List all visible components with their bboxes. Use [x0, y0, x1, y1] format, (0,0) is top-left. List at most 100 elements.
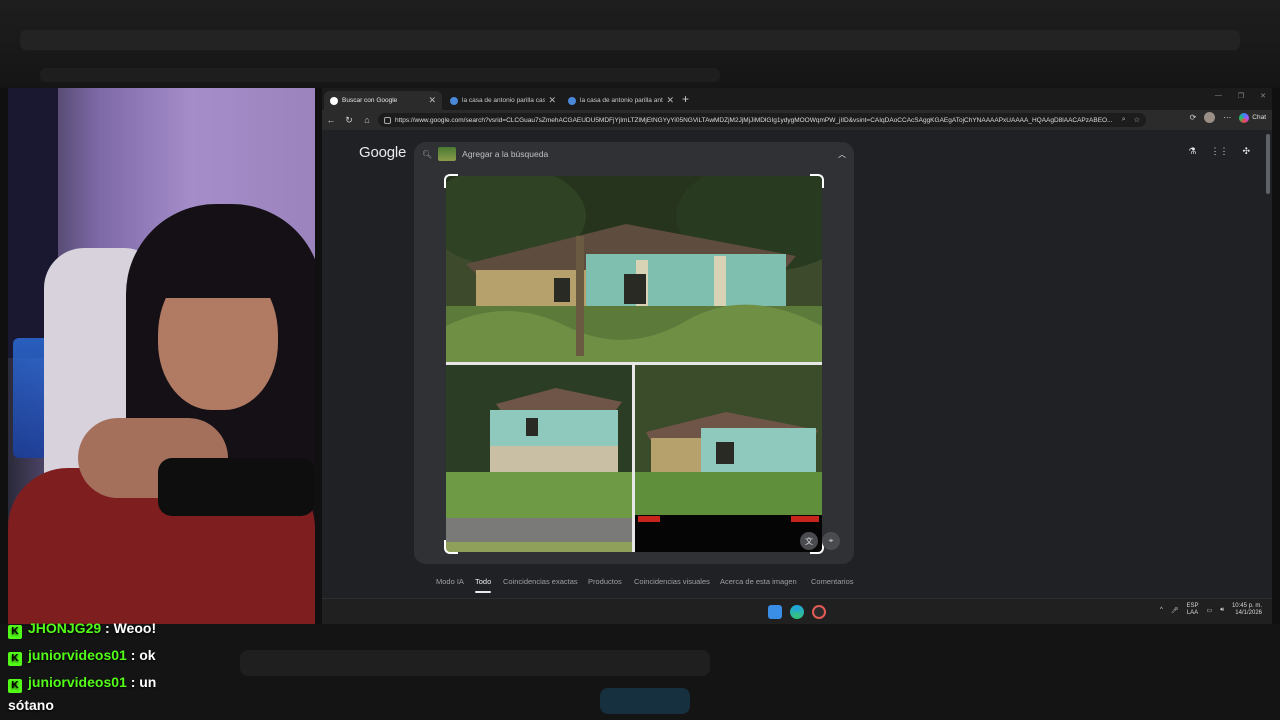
toolbar-right: ⟳ ⋯ Chat — [1190, 112, 1266, 123]
page-icon — [568, 96, 576, 105]
restore-icon[interactable]: ❐ — [1238, 92, 1244, 100]
close-window-icon[interactable]: ✕ — [1260, 92, 1266, 100]
chat-message: K JHONJG29 : Weoo! — [8, 620, 156, 639]
selection-corner[interactable] — [444, 174, 458, 188]
favorite-star-icon[interactable]: ☆ — [1134, 116, 1140, 124]
chat-username: JHONJG29 — [28, 620, 102, 636]
webcam-overlay — [8, 88, 315, 624]
blurred-bar — [20, 30, 1240, 50]
chat-username: juniorvideos01 — [28, 674, 127, 690]
blurred-panel — [240, 650, 710, 676]
clock-time: 10:45 p. m. — [1231, 603, 1262, 609]
keyboard-layout: LAA — [1186, 610, 1199, 616]
tab-coincidencias-visuales[interactable]: Coincidencias visuales — [634, 577, 710, 586]
lens-image-selection[interactable]: 文 ⌖ — [426, 161, 856, 554]
tab-google-search[interactable]: Buscar con Google ✕ — [324, 91, 442, 110]
tab-productos[interactable]: Productos — [588, 577, 622, 586]
active-tab-indicator — [475, 591, 491, 593]
chevron-up-icon[interactable]: ^ — [1160, 607, 1163, 613]
google-logo[interactable]: Google — [359, 144, 406, 161]
clock[interactable]: 10:45 p. m. 14/1/2026 — [1232, 603, 1262, 617]
chevron-up-icon[interactable]: ︿ — [838, 149, 846, 160]
close-icon[interactable]: ✕ — [548, 95, 556, 106]
tab-label: la casa de antonio parilla antes de — [580, 97, 663, 104]
tab-comentarios[interactable]: Comentarios — [811, 577, 854, 586]
selection-corner[interactable] — [810, 174, 824, 188]
tab-acerca-de-esta-imagen[interactable]: Acerca de esta imagen — [720, 577, 797, 586]
browser-toolbar: ← ↻ ⌂ https://www.google.com/search?vsri… — [322, 110, 1272, 130]
selection-corner[interactable] — [444, 540, 458, 554]
tab-label: la casa de antonio parilla castillo — [462, 97, 546, 104]
tab-result-1[interactable]: la casa de antonio parilla castillo ✕ — [444, 91, 562, 110]
tab-bar: Buscar con Google ✕ la casa de antonio p… — [322, 88, 1272, 110]
page-scrollbar[interactable] — [1266, 134, 1270, 194]
chat-text: : un — [130, 674, 157, 690]
new-tab-icon[interactable]: + — [682, 92, 689, 106]
copilot-icon — [1239, 112, 1250, 123]
chat-label: Chat — [1252, 114, 1266, 121]
system-tray: ^ 🎤︎ ESP LAA ▭ 🔊︎ 10:45 p. m. 14/1/2026 — [1160, 603, 1262, 617]
minimize-icon[interactable]: — — [1215, 92, 1222, 100]
labs-flask-icon[interactable]: ⚗ — [1188, 146, 1196, 157]
lock-icon — [384, 116, 391, 124]
tab-modo-ia[interactable]: Modo IA — [436, 577, 464, 586]
extensions-icon[interactable]: ⟳ — [1190, 113, 1197, 122]
lens-filter-tabs: Modo IA Todo Coincidencias exactas Produ… — [322, 571, 1272, 595]
windows-taskbar: ^ 🎤︎ ESP LAA ▭ 🔊︎ 10:45 p. m. 14/1/2026 — [322, 598, 1272, 624]
apps-grid-icon[interactable]: ⋮⋮ — [1210, 146, 1228, 157]
microphone — [158, 458, 315, 516]
chat-message-continuation: sótano — [8, 697, 54, 713]
chat-username: juniorvideos01 — [28, 647, 127, 663]
query-image-thumbnail[interactable] — [438, 147, 457, 161]
chat-message: Kjuniorvideos01 : un — [8, 674, 156, 693]
chat-message: Kjuniorvideos01 : ok — [8, 647, 156, 666]
tab-todo[interactable]: Todo — [475, 577, 491, 586]
profile-avatar[interactable] — [1204, 112, 1216, 123]
kick-badge-icon: K — [8, 625, 22, 639]
tab-coincidencias-exactas[interactable]: Coincidencias exactas — [503, 577, 578, 586]
language-code: ESP — [1186, 603, 1199, 609]
recording-app-icon[interactable] — [812, 605, 826, 619]
clock-date: 14/1/2026 — [1235, 610, 1262, 616]
select-area-icon[interactable]: ⌖ — [822, 532, 840, 550]
lens-search-bar[interactable]: 🔍︎ Agregar a la búsqueda ︿ — [414, 142, 854, 166]
home-icon[interactable]: ⌂ — [358, 115, 376, 125]
house-collage-image — [426, 161, 856, 552]
chat-text: sótano — [8, 697, 54, 713]
stream-scene: Buscar con Google ✕ la casa de antonio p… — [0, 0, 1280, 720]
kick-badge-icon: K — [8, 679, 22, 693]
search-icon: 🔍︎ — [422, 149, 433, 159]
network-icon[interactable]: ▭ — [1207, 607, 1213, 614]
start-icon[interactable] — [768, 605, 782, 619]
kick-badge-icon: K — [8, 652, 22, 666]
back-icon[interactable]: ← — [322, 115, 340, 125]
zoom-icon[interactable]: ⌕ — [1122, 116, 1126, 124]
search-input[interactable]: Agregar a la búsqueda — [462, 149, 838, 159]
address-bar[interactable]: https://www.google.com/search?vsrid=CLCG… — [378, 113, 1146, 127]
translate-icon[interactable]: 文 — [800, 532, 818, 550]
browser-window: Buscar con Google ✕ la casa de antonio p… — [322, 88, 1272, 624]
url-text[interactable]: https://www.google.com/search?vsrid=CLCG… — [395, 117, 1118, 124]
chat-text: : Weoo! — [105, 620, 157, 636]
microphone-icon[interactable]: 🎤︎ — [1171, 607, 1179, 614]
google-header-actions: ⚗ ⋮⋮ ✣ — [1188, 146, 1250, 157]
page-icon — [450, 96, 458, 105]
refresh-icon[interactable]: ↻ — [340, 115, 358, 126]
account-icon[interactable]: ✣ — [1242, 146, 1250, 157]
google-lens-page: Google 🔍︎ Agregar a la búsqueda ︿ 文 ⌖ ⚗ … — [322, 130, 1272, 598]
lens-search-panel: 🔍︎ Agregar a la búsqueda ︿ 文 ⌖ — [414, 142, 856, 564]
address-bar-icons: ⌕ ☆ — [1122, 116, 1140, 124]
edge-icon[interactable] — [790, 605, 804, 619]
volume-icon[interactable]: 🔊︎ — [1220, 607, 1224, 614]
chat-text: : ok — [130, 647, 156, 663]
copilot-chat-button[interactable]: Chat — [1239, 112, 1266, 123]
close-icon[interactable]: ✕ — [666, 95, 674, 106]
close-icon[interactable]: ✕ — [428, 95, 436, 106]
window-controls: — ❐ ✕ — [1215, 92, 1266, 100]
tab-label: Buscar con Google — [342, 97, 398, 104]
blurred-app-icons — [600, 688, 690, 714]
blurred-bar — [40, 68, 720, 82]
tab-result-2[interactable]: la casa de antonio parilla antes de ✕ — [562, 91, 680, 110]
more-menu-icon[interactable]: ⋯ — [1223, 113, 1231, 122]
language-indicator[interactable]: ESP LAA — [1187, 603, 1199, 617]
